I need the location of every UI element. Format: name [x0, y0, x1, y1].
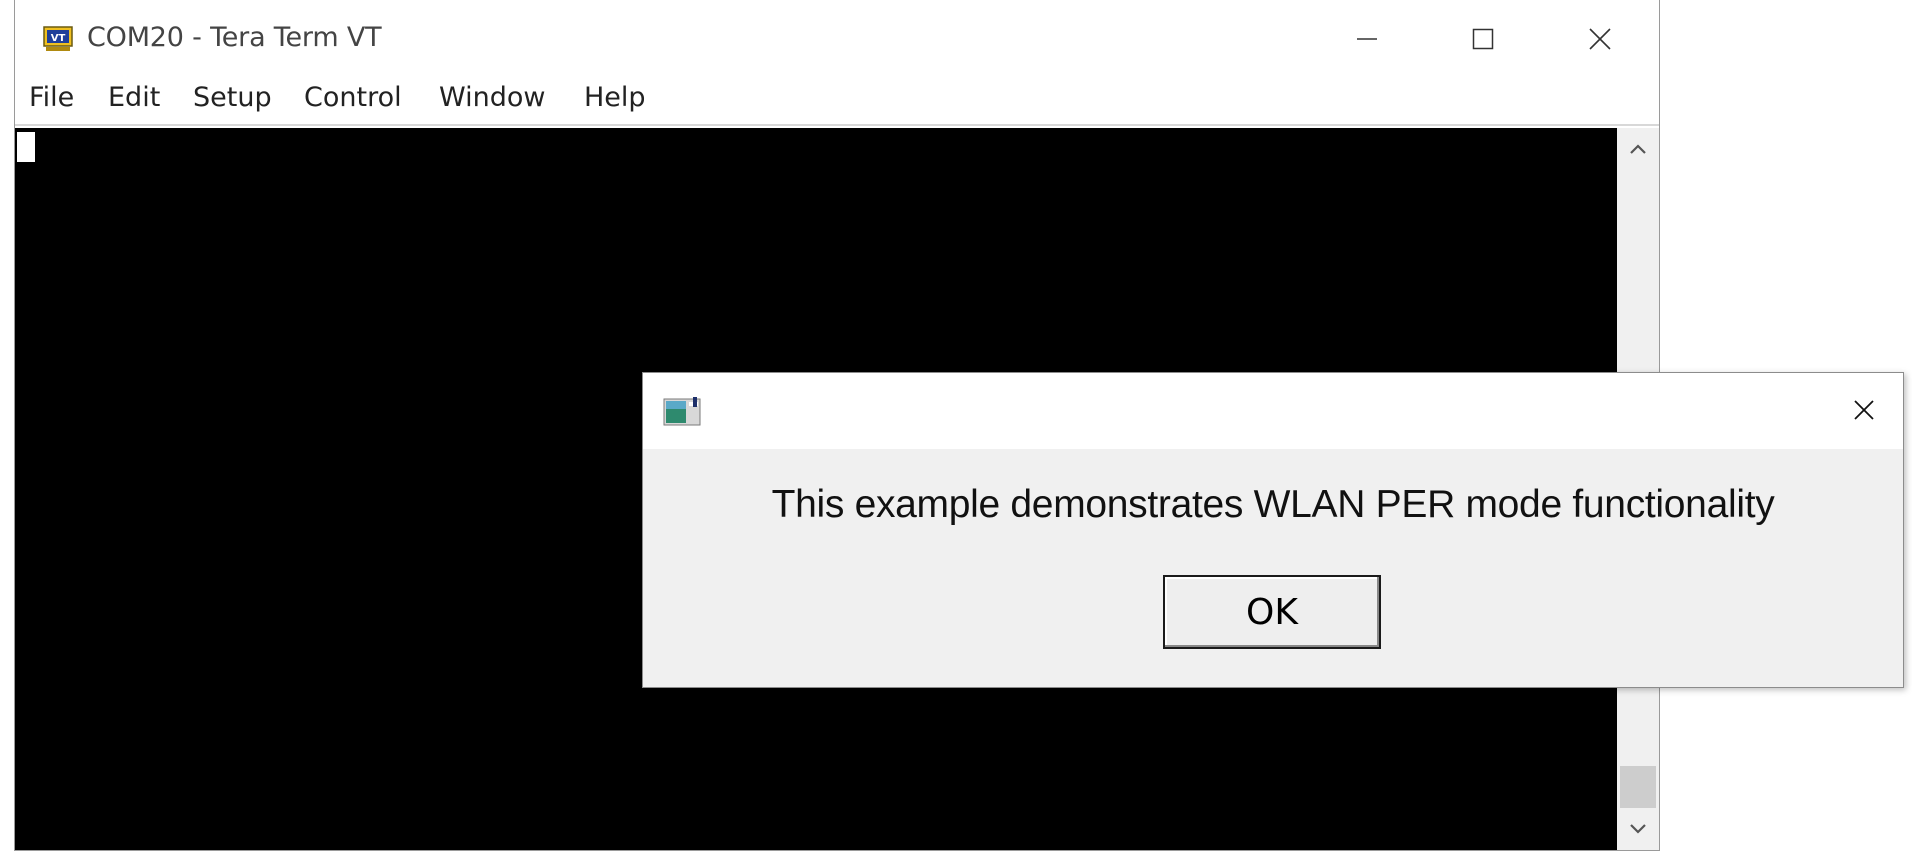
dialog-close-button[interactable]: [1841, 387, 1887, 433]
scroll-down-button[interactable]: [1617, 808, 1659, 850]
title-bar[interactable]: VT COM20 - Tera Term VT: [15, 0, 1659, 80]
maximize-button[interactable]: [1453, 16, 1513, 62]
menu-window[interactable]: Window: [439, 82, 545, 113]
ok-button[interactable]: OK: [1163, 575, 1381, 649]
close-button[interactable]: [1570, 16, 1630, 62]
chevron-up-icon: [1630, 144, 1646, 154]
window-title: COM20 - Tera Term VT: [87, 22, 382, 53]
menu-control[interactable]: Control: [304, 82, 402, 113]
vt-icon: VT: [43, 26, 73, 51]
scroll-up-button[interactable]: [1617, 128, 1659, 170]
app-window-icon: [663, 397, 701, 426]
minimize-button[interactable]: [1337, 16, 1397, 62]
text-cursor: [17, 132, 35, 162]
scroll-thumb[interactable]: [1620, 766, 1656, 808]
svg-text:VT: VT: [51, 33, 66, 44]
chevron-down-icon: [1630, 824, 1646, 834]
menu-edit[interactable]: Edit: [108, 82, 160, 113]
maximize-icon: [1472, 28, 1494, 50]
close-icon: [1854, 400, 1874, 420]
menu-help[interactable]: Help: [584, 82, 646, 113]
menu-file[interactable]: File: [29, 82, 74, 113]
dialog-message: This example demonstrates WLAN PER mode …: [771, 483, 1775, 526]
close-icon: [1589, 28, 1611, 50]
dialog-title-bar[interactable]: [643, 373, 1903, 449]
minimize-icon: [1357, 38, 1377, 40]
menu-bar: File Edit Setup Control Window Help: [15, 80, 1659, 126]
message-dialog: This example demonstrates WLAN PER mode …: [642, 372, 1904, 688]
menu-setup[interactable]: Setup: [193, 82, 272, 113]
